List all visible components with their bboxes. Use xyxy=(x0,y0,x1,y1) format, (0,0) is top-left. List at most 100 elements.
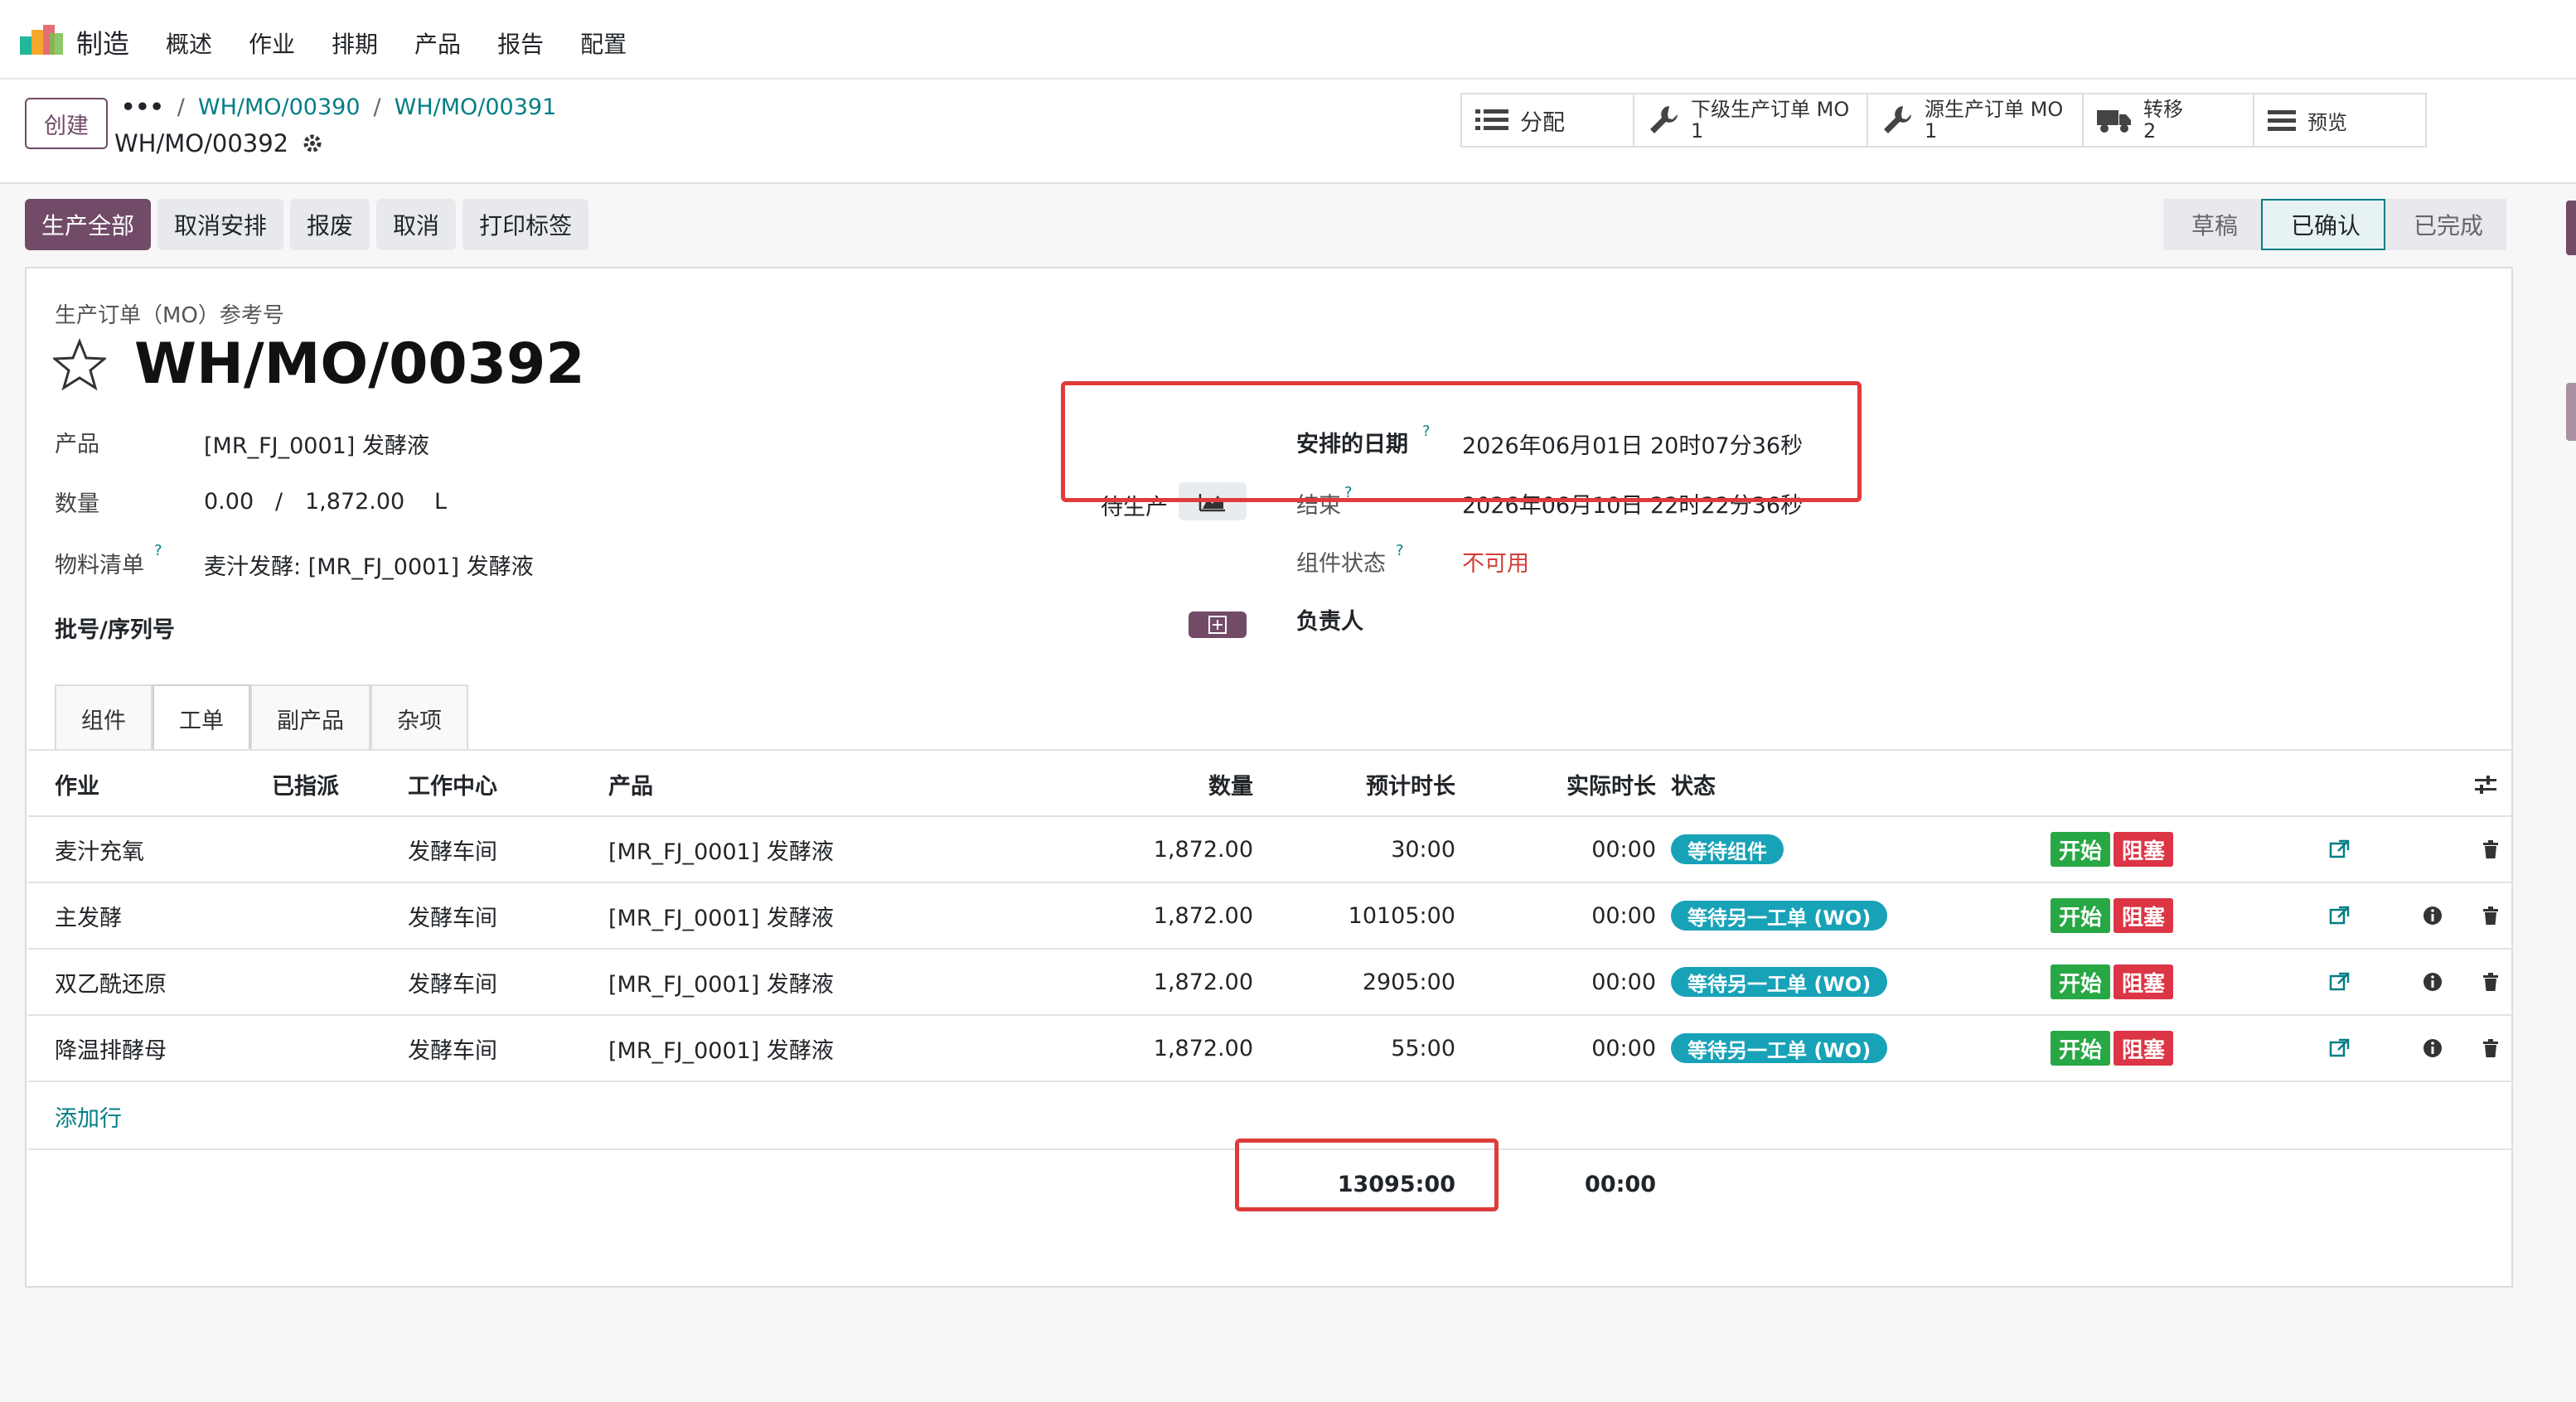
col-product[interactable]: 产品 xyxy=(608,751,653,817)
block-button[interactable]: 阻塞 xyxy=(2114,832,2174,867)
tab-components[interactable]: 组件 xyxy=(55,684,153,751)
start-button[interactable]: 开始 xyxy=(2051,964,2111,999)
row-expected-duration: 30:00 xyxy=(1391,836,1455,863)
tab-byproducts[interactable]: 副产品 xyxy=(250,684,370,751)
row-real-duration: 00:00 xyxy=(1591,969,1656,995)
breadcrumb-more-icon[interactable]: ••• xyxy=(121,94,164,120)
scrap-button[interactable]: 报废 xyxy=(290,199,370,250)
table-row[interactable]: 降温排酵母 发酵车间 [MR_FJ_0001] 发酵液 1,872.00 55:… xyxy=(28,1016,2513,1082)
block-button[interactable]: 阻塞 xyxy=(2114,1031,2174,1066)
record-main-title: WH/MO/00392 xyxy=(134,331,585,397)
row-expected-duration: 10105:00 xyxy=(1348,902,1455,929)
col-expected-duration[interactable]: 预计时长 xyxy=(1271,751,1455,817)
gear-icon[interactable] xyxy=(302,133,323,154)
notebook-tabs: 组件 工单 副产品 杂项 xyxy=(55,684,468,751)
open-record-icon[interactable] xyxy=(2329,883,2351,948)
components-status-value: 不可用 xyxy=(1462,551,1529,577)
start-button[interactable]: 开始 xyxy=(2051,1031,2111,1066)
trash-icon[interactable] xyxy=(2480,883,2501,948)
menu-configuration[interactable]: 配置 xyxy=(580,27,627,60)
smart-button-transfers[interactable]: 转移 2 xyxy=(2084,94,2254,146)
scroll-indicator[interactable] xyxy=(2566,201,2576,255)
table-row[interactable]: 麦汁充氧 发酵车间 [MR_FJ_0001] 发酵液 1,872.00 30:0… xyxy=(28,817,2513,883)
help-icon[interactable]: ? xyxy=(1396,542,1404,559)
scroll-indicator[interactable] xyxy=(2566,383,2576,441)
smart-button-allocation[interactable]: 分配 xyxy=(1462,94,1634,146)
control-panel: 创建 ••• / WH/MO/00390 / WH/MO/00391 WH/MO… xyxy=(0,80,2576,184)
block-button[interactable]: 阻塞 xyxy=(2114,964,2174,999)
smart-button-preview[interactable]: 预览 xyxy=(2254,94,2425,146)
menu-overview[interactable]: 概述 xyxy=(166,27,212,60)
menu-planning[interactable]: 排期 xyxy=(332,27,378,60)
menu-products[interactable]: 产品 xyxy=(414,27,461,60)
open-record-icon[interactable] xyxy=(2329,950,2351,1014)
tab-work-orders[interactable]: 工单 xyxy=(153,684,250,751)
row-work-center: 发酵车间 xyxy=(408,971,497,998)
row-product: [MR_FJ_0001] 发酵液 xyxy=(608,905,834,931)
info-icon[interactable] xyxy=(2422,950,2443,1014)
info-icon[interactable] xyxy=(2422,1016,2443,1081)
col-operation[interactable]: 作业 xyxy=(55,751,99,817)
col-assigned[interactable]: 已指派 xyxy=(272,751,339,817)
open-record-icon[interactable] xyxy=(2329,817,2351,882)
breadcrumb-item[interactable]: WH/MO/00391 xyxy=(395,94,557,120)
column-settings-icon[interactable] xyxy=(2473,772,2498,797)
menu-reporting[interactable]: 报告 xyxy=(497,27,544,60)
breadcrumb-item[interactable]: WH/MO/00390 xyxy=(198,94,361,120)
col-real-duration[interactable]: 实际时长 xyxy=(1470,751,1656,817)
table-row[interactable]: 双乙酰还原 发酵车间 [MR_FJ_0001] 发酵液 1,872.00 290… xyxy=(28,950,2513,1016)
bom-field[interactable]: 麦汁发酵: [MR_FJ_0001] 发酵液 xyxy=(204,549,534,581)
produce-all-button[interactable]: 生产全部 xyxy=(25,199,152,250)
quantity-label: 数量 xyxy=(55,491,99,517)
smart-button-count: 1 xyxy=(1925,119,1938,143)
col-work-center[interactable]: 工作中心 xyxy=(408,751,497,817)
smart-button-label: 预览 xyxy=(2307,110,2347,134)
row-status: 等待组件 xyxy=(1671,817,1784,882)
create-button[interactable]: 创建 xyxy=(25,98,108,149)
cancel-button[interactable]: 取消 xyxy=(376,199,457,250)
quantity-total[interactable]: 1,872.00 xyxy=(305,489,404,515)
open-record-icon[interactable] xyxy=(2329,1016,2351,1081)
start-button[interactable]: 开始 xyxy=(2051,898,2111,933)
record-title: WH/MO/00392 xyxy=(114,129,289,157)
help-icon[interactable]: ? xyxy=(154,542,162,559)
start-button[interactable]: 开始 xyxy=(2051,832,2111,867)
row-quantity: 1,872.00 xyxy=(1153,902,1253,929)
smart-button-child-mo[interactable]: 下级生产订单 MO 1 xyxy=(1634,94,1868,146)
row-operation: 主发酵 xyxy=(55,905,122,931)
row-real-duration: 00:00 xyxy=(1591,836,1656,863)
form-sheet: 生产订单（MO）参考号 WH/MO/00392 产品 [MR_FJ_0001] … xyxy=(25,267,2513,1288)
table-row[interactable]: 主发酵 发酵车间 [MR_FJ_0001] 发酵液 1,872.00 10105… xyxy=(28,883,2513,950)
trash-icon[interactable] xyxy=(2480,817,2501,882)
col-status[interactable]: 状态 xyxy=(1671,751,1716,817)
add-line-link[interactable]: 添加行 xyxy=(55,1084,122,1148)
product-field[interactable]: [MR_FJ_0001] 发酵液 xyxy=(204,428,429,460)
tab-misc[interactable]: 杂项 xyxy=(370,684,468,751)
row-operation: 降温排酵母 xyxy=(55,1037,167,1064)
col-quantity[interactable]: 数量 xyxy=(1023,751,1253,817)
row-actions: 开始 阻塞 xyxy=(2051,883,2174,948)
stage-done[interactable]: 已完成 xyxy=(2385,199,2507,250)
star-icon[interactable] xyxy=(53,338,106,391)
quantity-produced[interactable]: 0.00 xyxy=(204,489,254,515)
breadcrumb: ••• / WH/MO/00390 / WH/MO/00391 xyxy=(121,94,556,120)
menu-operations[interactable]: 作业 xyxy=(249,27,295,60)
smart-button-source-mo[interactable]: 源生产订单 MO 1 xyxy=(1868,94,2084,146)
info-icon[interactable] xyxy=(2422,883,2443,948)
breadcrumb-separator: / xyxy=(373,94,381,120)
highlight-box xyxy=(1235,1139,1499,1211)
row-work-center: 发酵车间 xyxy=(408,1037,497,1064)
status-row: 生产全部 取消安排 报废 取消 打印标签 草稿 已确认 已完成 xyxy=(0,184,2576,267)
block-button[interactable]: 阻塞 xyxy=(2114,898,2174,933)
unplan-button[interactable]: 取消安排 xyxy=(157,199,284,250)
trash-icon[interactable] xyxy=(2480,1016,2501,1081)
app-name[interactable]: 制造 xyxy=(76,23,129,61)
add-lot-button[interactable] xyxy=(1189,612,1247,638)
stage-draft[interactable]: 草稿 xyxy=(2163,199,2262,250)
components-status-label: 组件状态 xyxy=(1296,551,1386,577)
row-quantity: 1,872.00 xyxy=(1153,1035,1253,1061)
stage-confirmed[interactable]: 已确认 xyxy=(2261,199,2386,250)
print-labels-button[interactable]: 打印标签 xyxy=(462,199,589,250)
app-logo-icon[interactable] xyxy=(20,25,63,55)
trash-icon[interactable] xyxy=(2480,950,2501,1014)
